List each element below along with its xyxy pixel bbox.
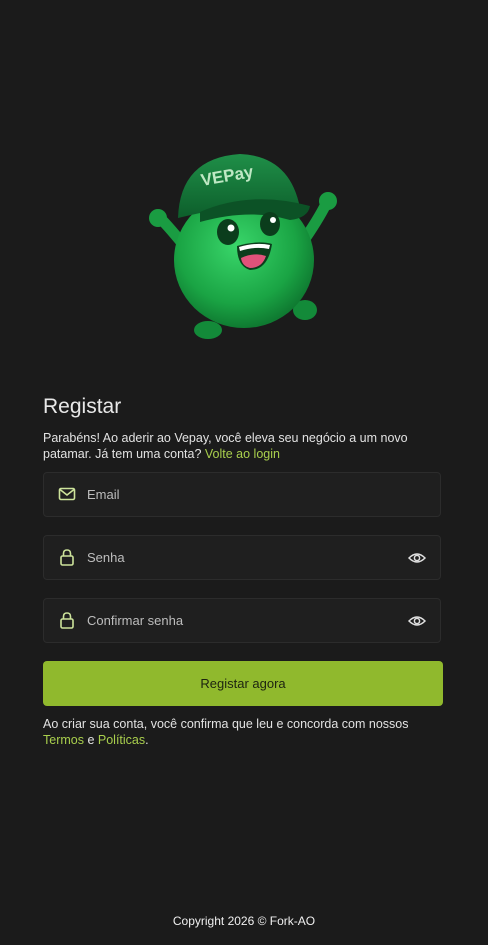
terms-notice: Ao criar sua conta, você confirma que le… [43,716,443,748]
terms-link[interactable]: Termos [43,733,84,747]
email-input[interactable] [87,473,387,516]
mail-icon [58,487,76,501]
password-field[interactable] [43,535,441,580]
confirm-password-input[interactable] [87,599,387,642]
register-intro: Parabéns! Ao aderir ao Vepay, você eleva… [43,430,443,462]
terms-text: Ao criar sua conta, você confirma que le… [43,717,409,731]
lock-icon [60,612,74,629]
lock-icon [60,549,74,566]
terms-conjunction: e [83,733,98,747]
show-password-eye-icon[interactable] [408,549,426,567]
email-field[interactable] [43,472,441,517]
show-confirm-password-eye-icon[interactable] [408,612,426,630]
footer-copyright: Copyright 2026 © Fork-AO [172,914,316,928]
vepay-mascot-illustration: VEPay [149,154,337,339]
register-submit-button[interactable]: Registar agora [43,661,443,706]
page-title: Registar [43,395,122,418]
confirm-password-field[interactable] [43,598,441,643]
login-link[interactable]: Volte ao login [205,447,280,461]
terms-suffix: . [145,733,149,747]
password-input[interactable] [87,536,387,579]
policies-link[interactable]: Políticas [98,733,145,747]
